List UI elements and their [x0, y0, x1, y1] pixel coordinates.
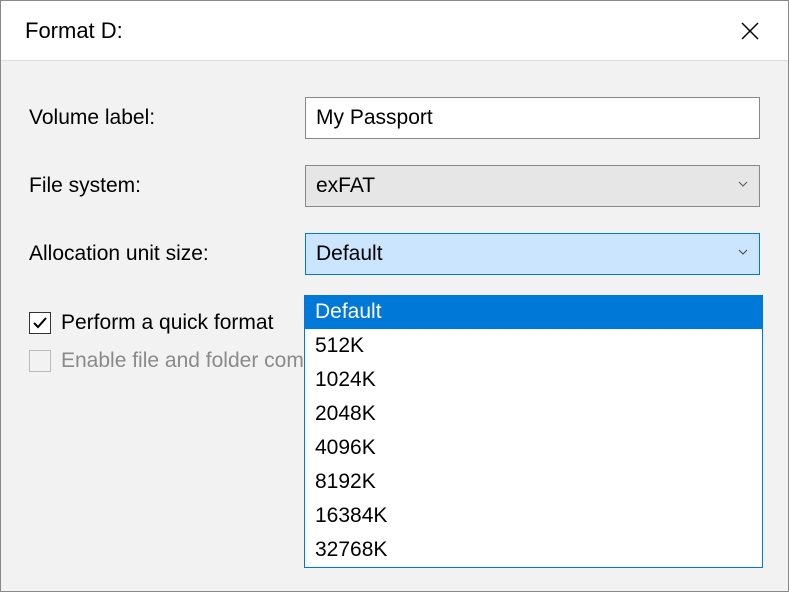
file-system-select[interactable]: exFAT: [305, 165, 760, 207]
allocation-option[interactable]: 4096K: [305, 431, 762, 465]
allocation-option[interactable]: 16384K: [305, 499, 762, 533]
compression-checkbox: [29, 350, 51, 372]
volume-label-row: Volume label:: [29, 97, 760, 139]
file-system-row: File system: exFAT: [29, 165, 760, 207]
quick-format-label: Perform a quick format: [61, 311, 273, 335]
checkmark-icon: [32, 315, 48, 331]
file-system-label: File system:: [29, 174, 305, 198]
allocation-option[interactable]: 512K: [305, 329, 762, 363]
allocation-option[interactable]: 8192K: [305, 465, 762, 499]
format-dialog: Format D: Volume label: File system: exF…: [0, 0, 789, 592]
allocation-label: Allocation unit size:: [29, 242, 305, 266]
close-button[interactable]: [732, 13, 768, 49]
titlebar: Format D:: [1, 1, 788, 61]
allocation-option[interactable]: 2048K: [305, 397, 762, 431]
chevron-down-icon: [737, 180, 749, 192]
allocation-select[interactable]: Default: [305, 233, 760, 275]
dialog-title: Format D:: [25, 18, 123, 44]
allocation-row: Allocation unit size: Default: [29, 233, 760, 275]
chevron-down-icon: [737, 248, 749, 260]
allocation-dropdown-list: Default 512K 1024K 2048K 4096K 8192K 163…: [304, 295, 763, 568]
allocation-option[interactable]: Default: [305, 295, 762, 329]
volume-label-input[interactable]: [305, 97, 760, 139]
volume-label-label: Volume label:: [29, 106, 305, 130]
close-icon: [740, 21, 760, 41]
allocation-option[interactable]: 32768K: [305, 533, 762, 567]
allocation-option[interactable]: 1024K: [305, 363, 762, 397]
allocation-value: Default: [316, 242, 383, 266]
quick-format-checkbox[interactable]: [29, 312, 51, 334]
file-system-value: exFAT: [316, 174, 375, 198]
